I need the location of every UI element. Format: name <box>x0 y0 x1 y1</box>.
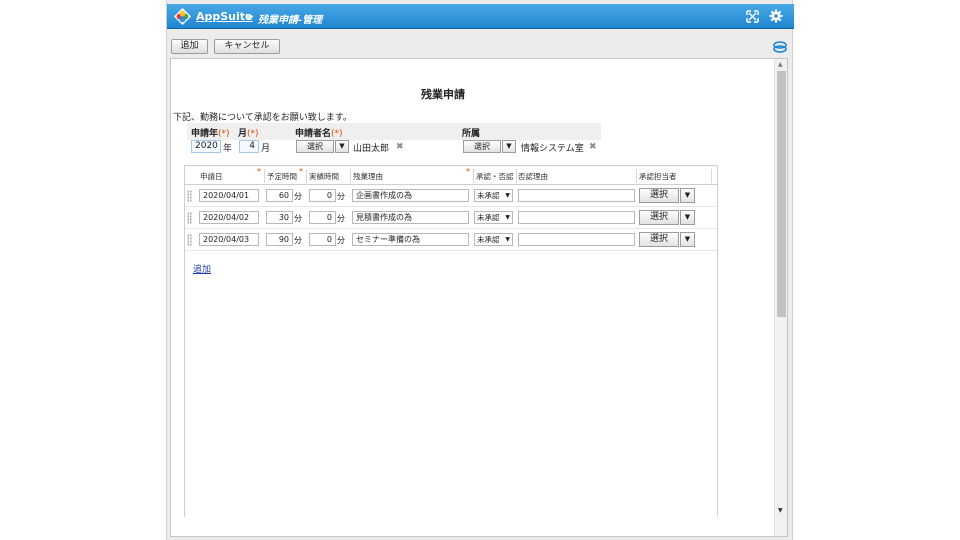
status-select[interactable]: 未承認 ▼ <box>474 189 513 202</box>
col-status: 承認・否認 <box>476 172 514 181</box>
app-window: AppSuite > 残業申請-管理 追加 キャンセル 残業申請 下記、勤務につ… <box>166 0 794 540</box>
settings-button[interactable] <box>765 6 786 26</box>
year-label: 申請年(*) <box>191 129 230 139</box>
approver-select-button[interactable]: 選択 <box>639 188 679 203</box>
gear-icon <box>769 9 782 23</box>
appsuite-logo-icon <box>173 7 192 26</box>
chevron-down-icon: ▼ <box>505 192 510 199</box>
applicant-clear-icon[interactable]: ✖ <box>396 142 404 152</box>
status-value: 未承認 <box>477 191 500 200</box>
col-divider <box>473 169 474 183</box>
fullscreen-button[interactable] <box>742 6 763 26</box>
fullscreen-icon <box>746 9 759 23</box>
reason-cell[interactable]: 見積書作成の為 <box>352 211 469 224</box>
intro-text: 下記、勤務について承認をお願い致します。 <box>173 113 352 123</box>
chevron-down-icon: ▼ <box>505 236 510 243</box>
applicant-value: 山田太郎 <box>353 144 390 154</box>
approver-select-button[interactable]: 選択 <box>639 210 679 225</box>
planned-unit: 分 <box>294 236 302 245</box>
col-divider <box>636 169 637 183</box>
dept-value: 情報システム室 <box>521 144 584 154</box>
reject-reason-cell[interactable] <box>518 189 635 202</box>
month-label: 月(*) <box>238 129 259 139</box>
col-divider <box>516 169 517 183</box>
table-row: 2020/04/03 90 分 0 分 セミナー準備の為 未承認 ▼ 選択 ▼ <box>185 229 717 251</box>
dept-clear-icon[interactable]: ✖ <box>589 142 597 152</box>
add-row-link[interactable]: 追加 <box>193 262 211 275</box>
switch-view-icon[interactable] <box>773 41 787 53</box>
scroll-down-icon[interactable]: ▼ <box>778 507 783 514</box>
year-unit: 年 <box>223 144 233 154</box>
table-row: 2020/04/02 30 分 0 分 見積書作成の為 未承認 ▼ 選択 ▼ <box>185 207 717 229</box>
approver-dropdown-arrow[interactable]: ▼ <box>680 210 695 225</box>
required-mark: * <box>299 167 303 176</box>
status-value: 未承認 <box>477 213 500 222</box>
actual-unit: 分 <box>337 214 345 223</box>
actual-unit: 分 <box>337 192 345 201</box>
drag-handle-icon[interactable] <box>187 234 192 246</box>
col-date: 申請日 <box>200 172 223 181</box>
vertical-scrollbar[interactable]: ▲ ▼ <box>774 59 787 536</box>
drag-handle-icon[interactable] <box>187 190 192 202</box>
actual-cell[interactable]: 0 <box>309 233 336 246</box>
reject-reason-cell[interactable] <box>518 233 635 246</box>
year-input[interactable]: 2020 <box>191 140 221 153</box>
actual-cell[interactable]: 0 <box>309 211 336 224</box>
col-divider <box>264 169 265 183</box>
planned-cell[interactable]: 30 <box>266 211 293 224</box>
actual-cell[interactable]: 0 <box>309 189 336 202</box>
actual-unit: 分 <box>337 236 345 245</box>
chevron-down-icon: ▼ <box>505 214 510 221</box>
date-cell[interactable]: 2020/04/01 <box>199 189 259 202</box>
approver-select-button[interactable]: 選択 <box>639 232 679 247</box>
drag-handle-icon[interactable] <box>187 212 192 224</box>
table-header: 申請日 * 予定時間 * 実績時間 残業理由 * 承認・否認 否認理由 承認担当… <box>185 165 717 185</box>
required-mark: * <box>257 167 261 176</box>
form-title: 残業申請 <box>421 88 465 101</box>
approver-dropdown-arrow[interactable]: ▼ <box>680 232 695 247</box>
approver-dropdown-arrow[interactable]: ▼ <box>680 188 695 203</box>
month-unit: 月 <box>261 144 271 154</box>
table-row: 2020/04/01 60 分 0 分 企画書作成の為 未承認 ▼ 選択 ▼ <box>185 185 717 207</box>
date-cell[interactable]: 2020/04/03 <box>199 233 259 246</box>
reason-cell[interactable]: セミナー準備の為 <box>352 233 469 246</box>
col-approver: 承認担当者 <box>639 172 677 181</box>
status-select[interactable]: 未承認 ▼ <box>474 233 513 246</box>
applicant-select-button[interactable]: 選択 <box>296 140 334 153</box>
col-divider <box>306 169 307 183</box>
add-button[interactable]: 追加 <box>171 39 208 54</box>
form-panel: 残業申請 下記、勤務について承認をお願い致します。 申請年(*) 月(*) 申請… <box>170 58 788 537</box>
col-divider <box>350 169 351 183</box>
page-title: 残業申請-管理 <box>258 15 323 26</box>
reason-cell[interactable]: 企画書作成の為 <box>352 189 469 202</box>
action-toolbar: 追加 キャンセル <box>167 30 794 58</box>
col-actual: 実績時間 <box>309 172 339 181</box>
date-cell[interactable]: 2020/04/02 <box>199 211 259 224</box>
col-reason: 残業理由 <box>353 172 383 181</box>
scroll-up-icon[interactable]: ▲ <box>778 61 783 68</box>
breadcrumb-separator: > <box>245 10 255 23</box>
status-select[interactable]: 未承認 ▼ <box>474 211 513 224</box>
applicant-label: 申請者名(*) <box>295 129 343 139</box>
col-reject-reason: 否認理由 <box>518 172 548 181</box>
overtime-table: 申請日 * 予定時間 * 実績時間 残業理由 * 承認・否認 否認理由 承認担当… <box>184 165 718 517</box>
applicant-dropdown-arrow[interactable]: ▼ <box>335 140 349 153</box>
required-mark: * <box>466 167 470 176</box>
planned-unit: 分 <box>294 192 302 201</box>
col-divider <box>711 169 712 183</box>
month-input[interactable]: 4 <box>239 140 259 153</box>
title-bar: AppSuite > 残業申請-管理 <box>167 4 794 29</box>
dept-dropdown-arrow[interactable]: ▼ <box>502 140 516 153</box>
cancel-button[interactable]: キャンセル <box>214 39 280 54</box>
reject-reason-cell[interactable] <box>518 211 635 224</box>
col-planned: 予定時間 <box>267 172 297 181</box>
planned-unit: 分 <box>294 214 302 223</box>
status-value: 未承認 <box>477 235 500 244</box>
dept-label: 所属 <box>462 129 481 139</box>
planned-cell[interactable]: 90 <box>266 233 293 246</box>
dept-select-button[interactable]: 選択 <box>463 140 501 153</box>
scrollbar-thumb[interactable] <box>777 71 786 317</box>
planned-cell[interactable]: 60 <box>266 189 293 202</box>
